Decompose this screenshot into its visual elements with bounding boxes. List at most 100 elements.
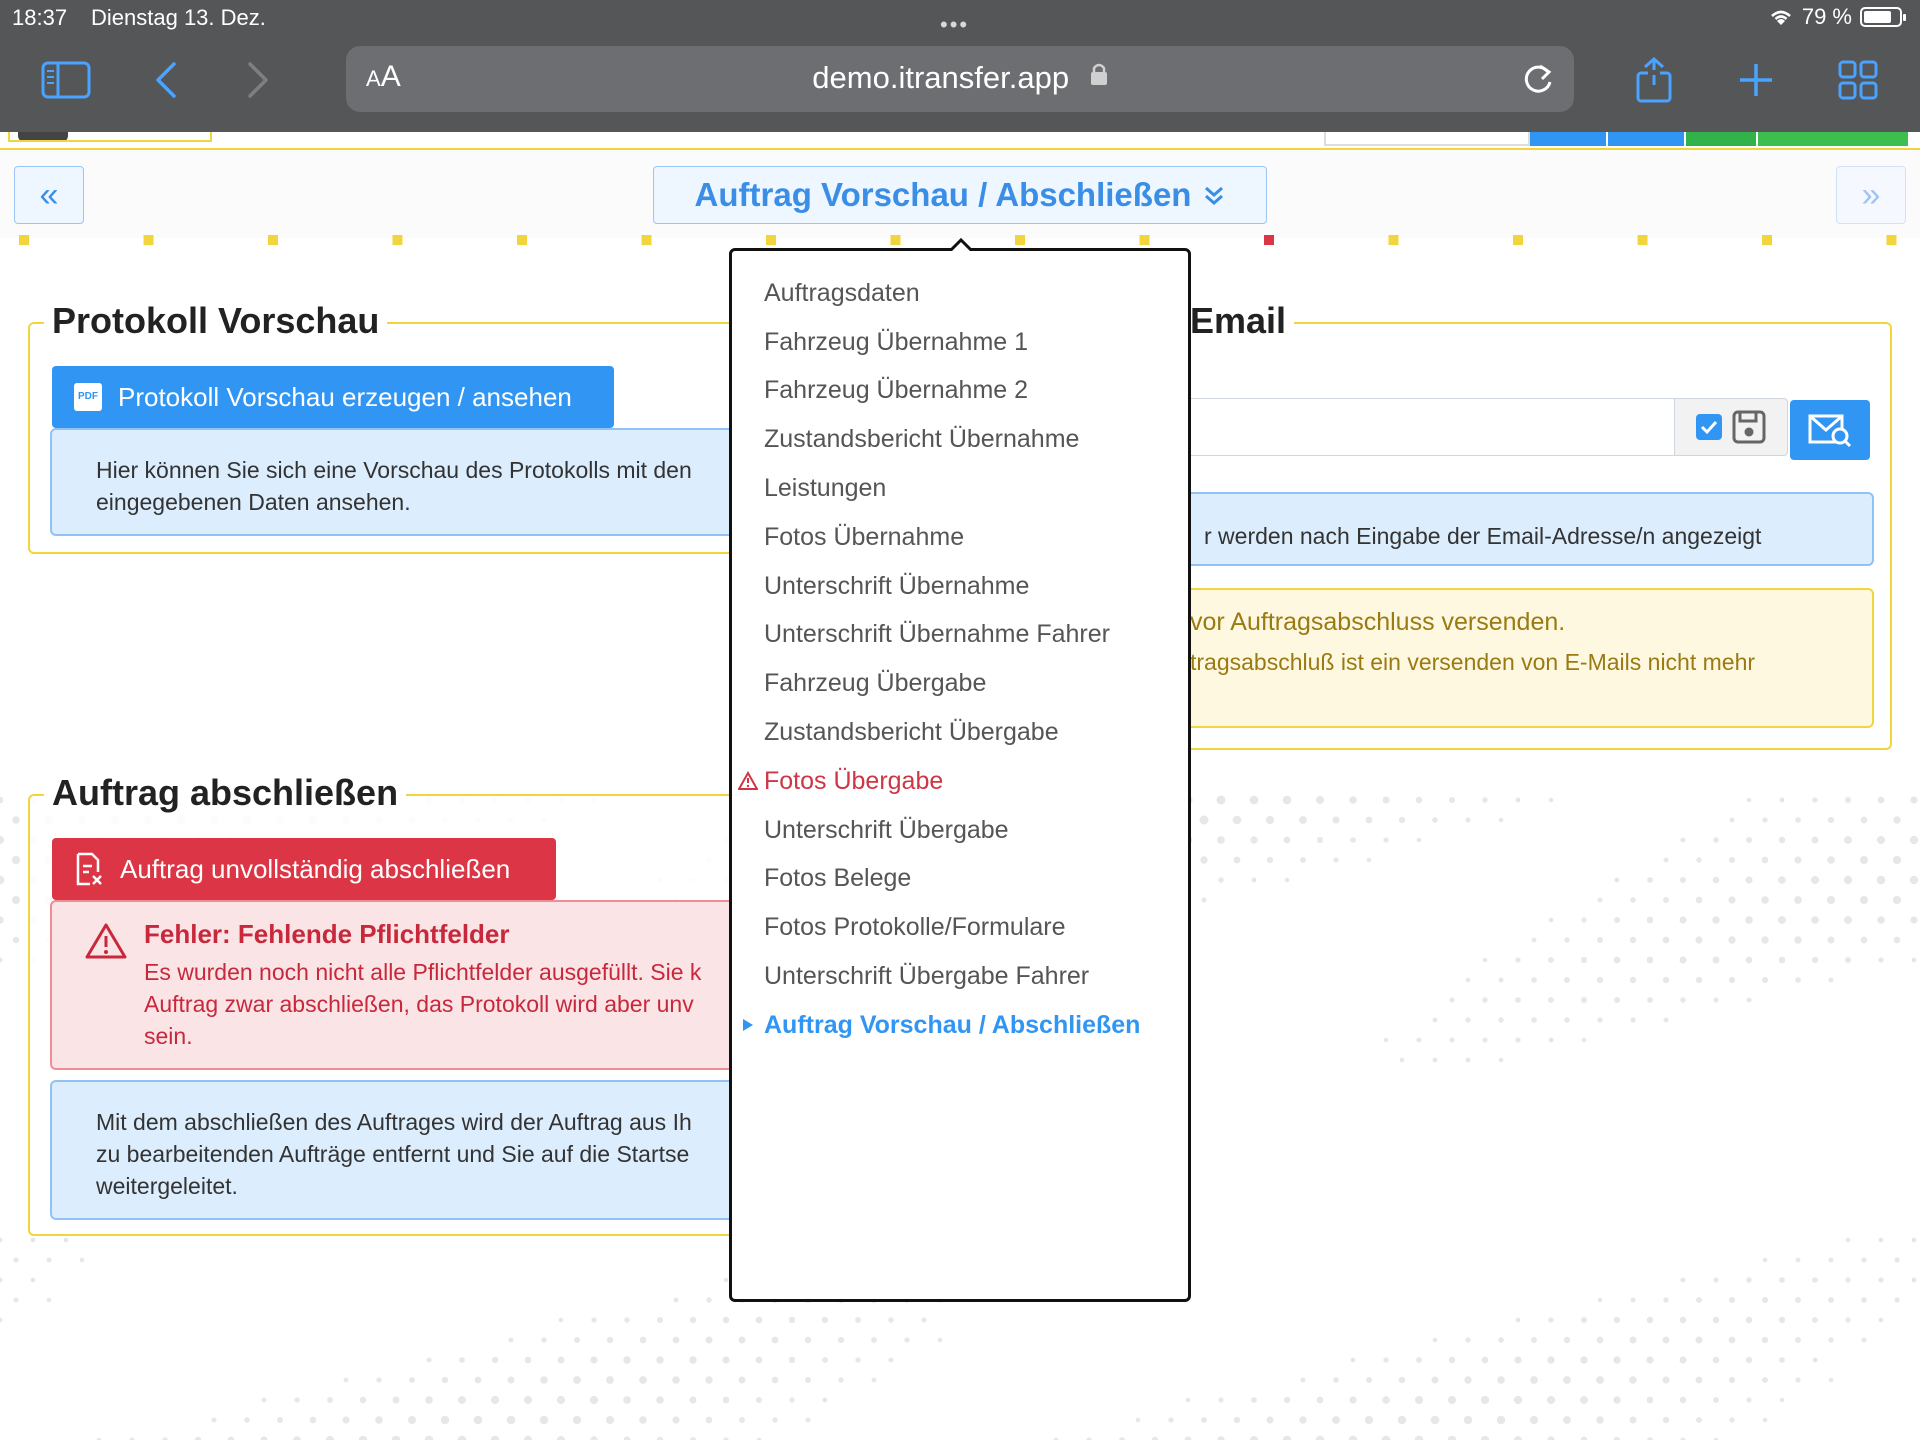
menu-item[interactable]: Unterschrift Übergabe [732,806,1188,855]
back-icon[interactable] [136,52,196,108]
double-chevron-down-icon [1205,186,1224,205]
protokoll-info-box: Hier können Sie sich eine Vorschau des P… [50,428,830,536]
menu-item-label: Zustandsbericht Übergabe [764,718,1059,747]
progress-dot [1513,235,1523,245]
email-warning-title: vor Auftragsabschluss versenden. [1190,608,1566,636]
tabs-overview-icon[interactable] [1828,52,1888,108]
menu-item-label: Auftragsdaten [764,278,920,307]
pdf-icon: PDF [74,383,102,411]
menu-item[interactable]: Unterschrift Übernahme Fahrer [732,611,1188,660]
error-line-2: Auftrag zwar abschließen, das Protokoll … [144,991,694,1017]
document-cancel-icon [76,852,102,886]
email-input-actions [1674,398,1788,456]
protokoll-vorschau-title: Protokoll Vorschau [44,300,388,342]
status-date: Dienstag 13. Dez. [91,5,266,30]
protokoll-info-line-2: eingegebenen Daten ansehen. [96,489,411,515]
progress-dot [143,235,154,245]
address-bar[interactable]: AA demo.itransfer.app [346,46,1574,112]
error-title: Fehler: Fehlende Pflichtfelder [144,919,510,949]
email-search-icon [1808,414,1852,448]
email-address-input[interactable]: 1 [1162,398,1676,456]
menu-item[interactable]: Fahrzeug Übergabe [732,659,1188,708]
menu-item[interactable]: Zustandsbericht Übergabe [732,708,1188,757]
progress-dot [19,235,29,245]
missing-fields-error-box: Fehler: Fehlende Pflichtfelder Es wurden… [50,900,830,1070]
next-step-button[interactable]: » [1836,166,1906,224]
lock-icon [1090,63,1107,85]
email-panel: Email 1 r werden nach Eingabe der Email-… [1100,300,1892,750]
menu-item-label: Zustandsbericht Übernahme [764,425,1080,454]
menu-item[interactable]: Auftragsdaten [732,269,1188,318]
progress-dot [1015,235,1025,245]
protokoll-vorschau-panel: Protokoll Vorschau PDF Protokoll Vorscha… [28,300,830,554]
step-select-dropdown[interactable]: Auftrag Vorschau / Abschließen [653,166,1267,224]
progress-dot [1388,235,1399,245]
menu-item-label: Fotos Belege [764,864,912,893]
menu-item[interactable]: Fahrzeug Übernahme 1 [732,318,1188,367]
menu-item[interactable]: Fahrzeug Übernahme 2 [732,367,1188,416]
progress-dot [766,235,776,245]
browser-toolbar: 18:37 Dienstag 13. Dez. ••• 79 % AA demo… [0,0,1920,132]
protokoll-preview-button-label: Protokoll Vorschau erzeugen / ansehen [118,381,572,412]
menu-item-label: Fotos Übergabe [764,766,944,795]
step-list: Auftragsdaten Fahrzeug Übernahme 1 Fahrzeu… [732,251,1188,1050]
progress-dot [641,235,652,245]
menu-item[interactable]: Leistungen [732,464,1188,513]
warning-triangle-icon [738,770,758,790]
progress-dot [1264,235,1274,245]
auftrag-abschliessen-title: Auftrag abschließen [44,772,407,814]
menu-item-label: Auftrag Vorschau / Abschließen [764,1010,1141,1039]
menu-item[interactable]: Fotos Übergabe [732,757,1188,806]
progress-dot [1886,235,1897,245]
menu-item[interactable]: Fotos Übernahme [732,513,1188,562]
url-display[interactable]: demo.itransfer.app [346,60,1574,96]
forward-icon[interactable] [228,52,288,108]
progress-dot [890,235,901,245]
menu-item[interactable]: Fotos Belege [732,855,1188,904]
caret-right-icon [743,1018,753,1031]
progress-dot [1762,235,1772,245]
reload-icon[interactable] [1520,58,1556,98]
menu-item[interactable]: Unterschrift Übernahme [732,562,1188,611]
protokoll-info-line-1: Hier können Sie sich eine Vorschau des P… [96,457,692,483]
abschluss-info-line-2: zu bearbeitenden Aufträge entfernt und S… [96,1141,690,1167]
email-confirm-checkbox[interactable] [1696,414,1722,440]
menu-item[interactable]: Zustandsbericht Übernahme [732,415,1188,464]
menu-item[interactable]: Unterschrift Übergabe Fahrer [732,952,1188,1001]
menu-item[interactable]: Auftrag Vorschau / Abschließen [732,1001,1188,1050]
progress-dot [517,235,527,245]
wifi-icon [1770,10,1791,25]
menu-item[interactable]: Fotos Protokolle/Formulare [732,903,1188,952]
error-line-1: Es wurden noch nicht alle Pflichtfelder … [144,959,702,985]
email-warning-box: vor Auftragsabschluss versenden. tragsab… [1102,588,1874,728]
menu-item-label: Unterschrift Übergabe [764,815,1009,844]
previous-step-button[interactable]: « [14,166,84,224]
step-navigation: « Auftrag Vorschau / Abschließen » [0,148,1920,245]
status-indicators: 79 % [1768,4,1906,30]
share-icon[interactable] [1624,52,1684,108]
email-preview-button[interactable] [1790,400,1870,460]
menu-item-label: Unterschrift Übernahme Fahrer [764,620,1110,649]
sidebar-toggle-icon[interactable] [36,52,96,108]
menu-item-label: Fotos Übernahme [764,522,965,551]
menu-item-label: Leistungen [764,474,887,503]
protokoll-preview-button[interactable]: PDF Protokoll Vorschau erzeugen / ansehe… [52,366,614,428]
battery-icon [1860,7,1906,27]
warning-triangle-icon [85,923,127,959]
progress-dot [1139,235,1150,245]
email-warning-text: tragsabschluß ist ein versenden von E-Ma… [1190,649,1756,675]
auftrag-unvollstaendig-abschliessen-button[interactable]: Auftrag unvollständig abschließen [52,838,556,900]
error-line-3: sein. [144,1023,193,1049]
step-select-label: Auftrag Vorschau / Abschließen [694,176,1192,213]
menu-item-label: Fotos Protokolle/Formulare [764,913,1066,942]
save-icon[interactable] [1732,410,1766,444]
email-title: Email [1182,300,1295,342]
menu-item-label: Fahrzeug Übergabe [764,669,987,698]
menu-item-label: Fahrzeug Übernahme 2 [764,376,1029,405]
progress-dot [1637,235,1648,245]
email-info-box: r werden nach Eingabe der Email-Adresse/… [1102,492,1874,566]
auftrag-abschliessen-panel: Auftrag abschließen Auftrag unvollständi… [28,772,830,1236]
multitasking-dots-icon[interactable]: ••• [940,12,969,38]
status-time: 18:37 [12,5,68,30]
new-tab-icon[interactable] [1726,52,1786,108]
